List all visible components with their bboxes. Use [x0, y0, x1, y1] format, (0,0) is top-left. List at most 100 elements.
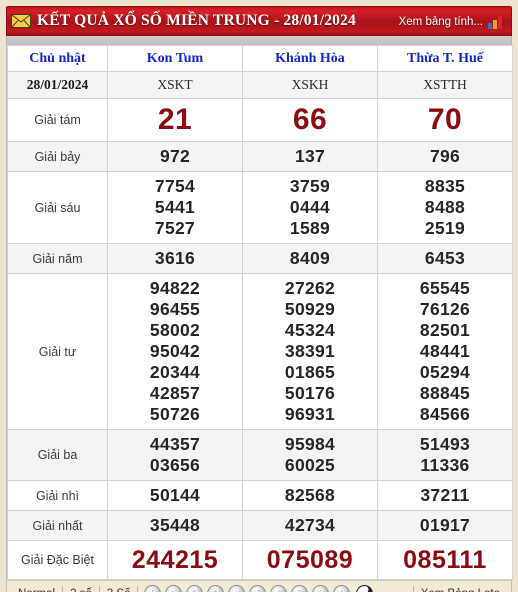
column-header-province-3: Thừa T. Huế — [377, 45, 513, 72]
results-board: Chủ nhật Kon Tum Khánh Hòa Thừa T. Huế 2… — [6, 45, 513, 580]
prize-number: 88845 — [419, 383, 471, 403]
prize-number: 50929 — [284, 299, 336, 319]
prize-value-cell: 3759 0444 1589 — [242, 171, 378, 244]
table-row: Giải Đặc Biệt 244215 075089 085111 — [7, 540, 513, 580]
prize-number: 075089 — [266, 546, 354, 574]
prize-number: 50176 — [284, 383, 336, 403]
prize-number: 085111 — [403, 546, 487, 574]
prize-number: 01865 — [284, 362, 336, 382]
prize-number: 42857 — [149, 383, 201, 403]
prize-number: 796 — [429, 146, 461, 166]
lottery-results-window: KẾT QUẢ XỔ SỐ MIỀN TRUNG - 28/01/2024 Xe… — [0, 0, 518, 592]
digit-button-4[interactable]: 4 — [228, 585, 246, 592]
prize-number: 42734 — [284, 515, 336, 535]
prize-value-cell: 70 — [377, 98, 513, 142]
prize-number: 70 — [427, 103, 463, 136]
province-code-2: XSKH — [242, 71, 378, 99]
prize-number: 95042 — [149, 341, 201, 361]
table-row: Giải sáu 7754 5441 7527 3759 0444 1589 8835 8488… — [7, 171, 513, 244]
view-statistics-label: Xem bảng tính... — [398, 16, 483, 28]
mode-2-digit[interactable]: 2 số — [63, 588, 99, 592]
digit-button-8[interactable]: 8 — [312, 585, 330, 592]
title-bar: KẾT QUẢ XỔ SỐ MIỀN TRUNG - 28/01/2024 Xe… — [6, 6, 512, 36]
prize-value-cell: 244215 — [107, 540, 243, 580]
mode-3-digit[interactable]: 3 Số — [100, 588, 138, 592]
prize-number: 38391 — [284, 341, 336, 361]
prize-number: 20344 — [149, 362, 201, 382]
prize-number: 50726 — [149, 404, 201, 424]
digit-button-7[interactable]: 7 — [291, 585, 309, 592]
province-code-1: XSKT — [107, 71, 243, 99]
view-loto-table-link[interactable]: Xem Bảng Loto — [414, 588, 507, 592]
prize-number: 51493 — [419, 434, 471, 454]
bar-chart-icon — [488, 15, 503, 29]
prize-number: 94822 — [149, 278, 201, 298]
prize-value-cell: 94822 96455 58002 95042 20344 42857 50726 — [107, 273, 243, 430]
view-statistics-link[interactable]: Xem bảng tính... — [399, 7, 503, 37]
province-code-row: 28/01/2024 XSKT XSKH XSTTH — [7, 71, 513, 99]
prize-value-cell: 3616 — [107, 243, 243, 274]
prize-number: 45324 — [284, 320, 336, 340]
prize-number: 76126 — [419, 299, 471, 319]
table-row: Giải tư 94822 96455 58002 95042 20344 42857 507… — [7, 273, 513, 430]
footer-toolbar: Normal 2 số 3 Số 0123456789 Xem Bảng Lot… — [6, 580, 512, 592]
digit-button-5[interactable]: 5 — [249, 585, 267, 592]
digit-button-0[interactable]: 0 — [144, 585, 162, 592]
prize-number: 6453 — [424, 248, 466, 268]
prize-label: Giải ba — [7, 429, 108, 481]
digit-button-3[interactable]: 3 — [207, 585, 225, 592]
prize-number: 01917 — [419, 515, 471, 535]
prize-value-cell: 137 — [242, 141, 378, 172]
prize-number: 8488 — [424, 197, 466, 217]
footer-right-group: Xem Bảng Loto — [412, 586, 507, 592]
prize-number: 95984 — [284, 434, 336, 454]
prize-value-cell: 27262 50929 45324 38391 01865 50176 96931 — [242, 273, 378, 430]
prize-number: 05294 — [419, 362, 471, 382]
prize-value-cell: 35448 — [107, 510, 243, 541]
prize-number: 96455 — [149, 299, 201, 319]
digit-button-2[interactable]: 2 — [186, 585, 204, 592]
mode-normal[interactable]: Normal — [11, 588, 62, 592]
prize-value-cell: 21 — [107, 98, 243, 142]
header-underbar — [6, 36, 512, 45]
digit-button-6[interactable]: 6 — [270, 585, 288, 592]
prize-number: 5441 — [154, 197, 196, 217]
digit-filter-buttons: 0123456789 — [138, 585, 356, 592]
envelope-icon — [11, 14, 31, 28]
table-row: Giải bảy 972 137 796 — [7, 141, 513, 172]
prize-number: 44357 — [149, 434, 201, 454]
prize-number: 3616 — [154, 248, 196, 268]
prize-value-cell: 8835 8488 2519 — [377, 171, 513, 244]
digit-button-1[interactable]: 1 — [165, 585, 183, 592]
digit-button-9[interactable]: 9 — [333, 585, 351, 592]
prize-value-cell: 82568 — [242, 480, 378, 511]
prize-value-cell: 44357 03656 — [107, 429, 243, 481]
prize-value-cell: 085111 — [377, 540, 513, 580]
prize-number: 11336 — [420, 455, 470, 475]
table-row: Giải năm 3616 8409 6453 — [7, 243, 513, 274]
prize-number: 137 — [294, 146, 326, 166]
prize-number: 7527 — [154, 218, 196, 238]
prize-number: 972 — [159, 146, 191, 166]
prize-number: 37211 — [420, 485, 470, 505]
prize-number: 35448 — [149, 515, 201, 535]
prize-value-cell: 65545 76126 82501 48441 05294 88845 84566 — [377, 273, 513, 430]
prize-label: Giải tám — [7, 98, 108, 142]
prize-number: 0444 — [289, 197, 331, 217]
province-code-3: XSTTH — [377, 71, 513, 99]
prize-number: 244215 — [131, 546, 219, 574]
prize-value-cell: 51493 11336 — [377, 429, 513, 481]
prize-value-cell: 8409 — [242, 243, 378, 274]
prize-value-cell: 95984 60025 — [242, 429, 378, 481]
yin-yang-icon[interactable] — [356, 585, 374, 592]
table-row: Giải nhì 50144 82568 37211 — [7, 480, 513, 511]
table-row: Giải tám 21 66 70 — [7, 98, 513, 142]
prize-label: Giải nhất — [7, 510, 108, 541]
table-row: Giải nhất 35448 42734 01917 — [7, 510, 513, 541]
prize-value-cell: 7754 5441 7527 — [107, 171, 243, 244]
column-header-day: Chủ nhật — [7, 45, 108, 72]
prize-number: 7754 — [154, 176, 196, 196]
prize-label: Giải năm — [7, 243, 108, 274]
prize-value-cell: 796 — [377, 141, 513, 172]
prize-label: Giải bảy — [7, 141, 108, 172]
